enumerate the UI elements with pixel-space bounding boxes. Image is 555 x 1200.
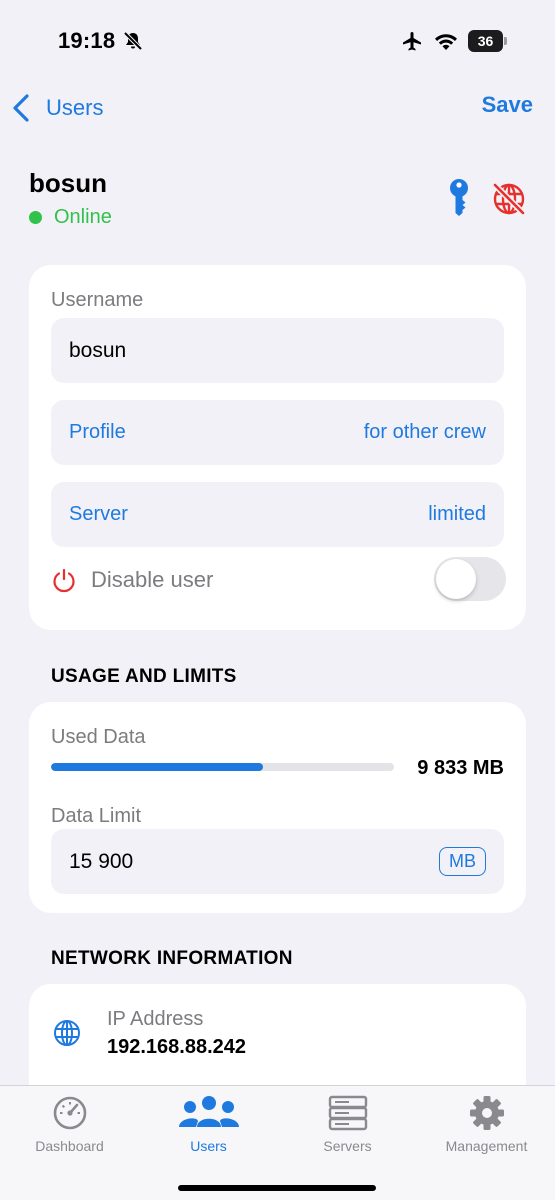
gear-icon [469, 1096, 504, 1130]
tab-management-label: Management [445, 1138, 528, 1154]
tab-servers-label: Servers [323, 1138, 372, 1154]
status-bar: 19:18 36 [0, 0, 555, 84]
usage-card: Used Data 9 833 MB Data Limit 15 900 MB [29, 702, 526, 913]
airplane-icon [403, 32, 421, 51]
profile-value: for other crew [363, 421, 486, 443]
server-row[interactable]: Server limited [51, 482, 504, 547]
used-data-value: 9 833 MB [417, 757, 504, 779]
used-data-progress [51, 763, 394, 771]
network-section-header: NETWORK INFORMATION [51, 948, 293, 969]
wifi-icon [435, 34, 457, 50]
toggle-knob [436, 559, 476, 599]
save-button[interactable]: Save [482, 92, 533, 118]
back-label: Users [46, 95, 104, 120]
home-indicator [178, 1185, 376, 1191]
battery-level: 36 [468, 30, 503, 52]
battery-indicator: 36 [468, 30, 507, 52]
power-icon [53, 568, 75, 593]
username-field[interactable]: bosun [51, 318, 504, 383]
ip-address-label: IP Address [107, 1008, 204, 1030]
online-dot [29, 211, 42, 224]
server-value: limited [428, 503, 486, 525]
data-limit-unit-button[interactable]: MB [439, 847, 486, 876]
username-label: Username [51, 289, 144, 311]
tab-bar: Dashboard Users Servers Management [0, 1085, 555, 1200]
chevron-left-icon [13, 94, 29, 122]
profile-label: Profile [69, 421, 126, 443]
tab-users-label: Users [190, 1138, 227, 1154]
user-title: bosun [29, 168, 107, 198]
battery-cap [504, 37, 507, 45]
username-value: bosun [69, 338, 127, 362]
usage-section-header: USAGE AND LIMITS [51, 666, 237, 687]
data-limit-value: 15 900 [69, 849, 134, 873]
tab-servers[interactable]: Servers [278, 1094, 417, 1154]
bell-slash-icon [123, 31, 143, 51]
profile-row[interactable]: Profile for other crew [51, 400, 504, 465]
globe-icon [54, 1020, 80, 1046]
disable-user-label: Disable user [91, 567, 214, 592]
tab-management[interactable]: Management [417, 1094, 555, 1154]
back-button[interactable]: Users [10, 88, 103, 128]
disable-user-toggle[interactable] [434, 557, 506, 601]
online-status-label: Online [54, 206, 112, 228]
disable-user-row: Disable user [51, 555, 506, 605]
tab-dashboard-label: Dashboard [35, 1138, 104, 1154]
users-icon [178, 1096, 239, 1127]
globe-off-icon[interactable] [490, 180, 528, 218]
server-label: Server [69, 503, 128, 525]
data-limit-field[interactable]: 15 900 MB [51, 829, 504, 894]
gauge-icon [53, 1096, 86, 1130]
status-time: 19:18 [58, 28, 116, 53]
data-limit-label: Data Limit [51, 805, 142, 827]
used-data-label: Used Data [51, 726, 146, 748]
tab-users[interactable]: Users [139, 1094, 278, 1154]
ip-address-value: 192.168.88.242 [107, 1036, 247, 1058]
servers-icon [328, 1095, 367, 1131]
tab-dashboard[interactable]: Dashboard [0, 1094, 139, 1154]
key-icon[interactable] [443, 178, 475, 218]
used-data-progress-fill [51, 763, 263, 771]
user-details-card: Username bosun Profile for other crew Se… [29, 265, 526, 630]
online-status: Online [29, 206, 112, 229]
